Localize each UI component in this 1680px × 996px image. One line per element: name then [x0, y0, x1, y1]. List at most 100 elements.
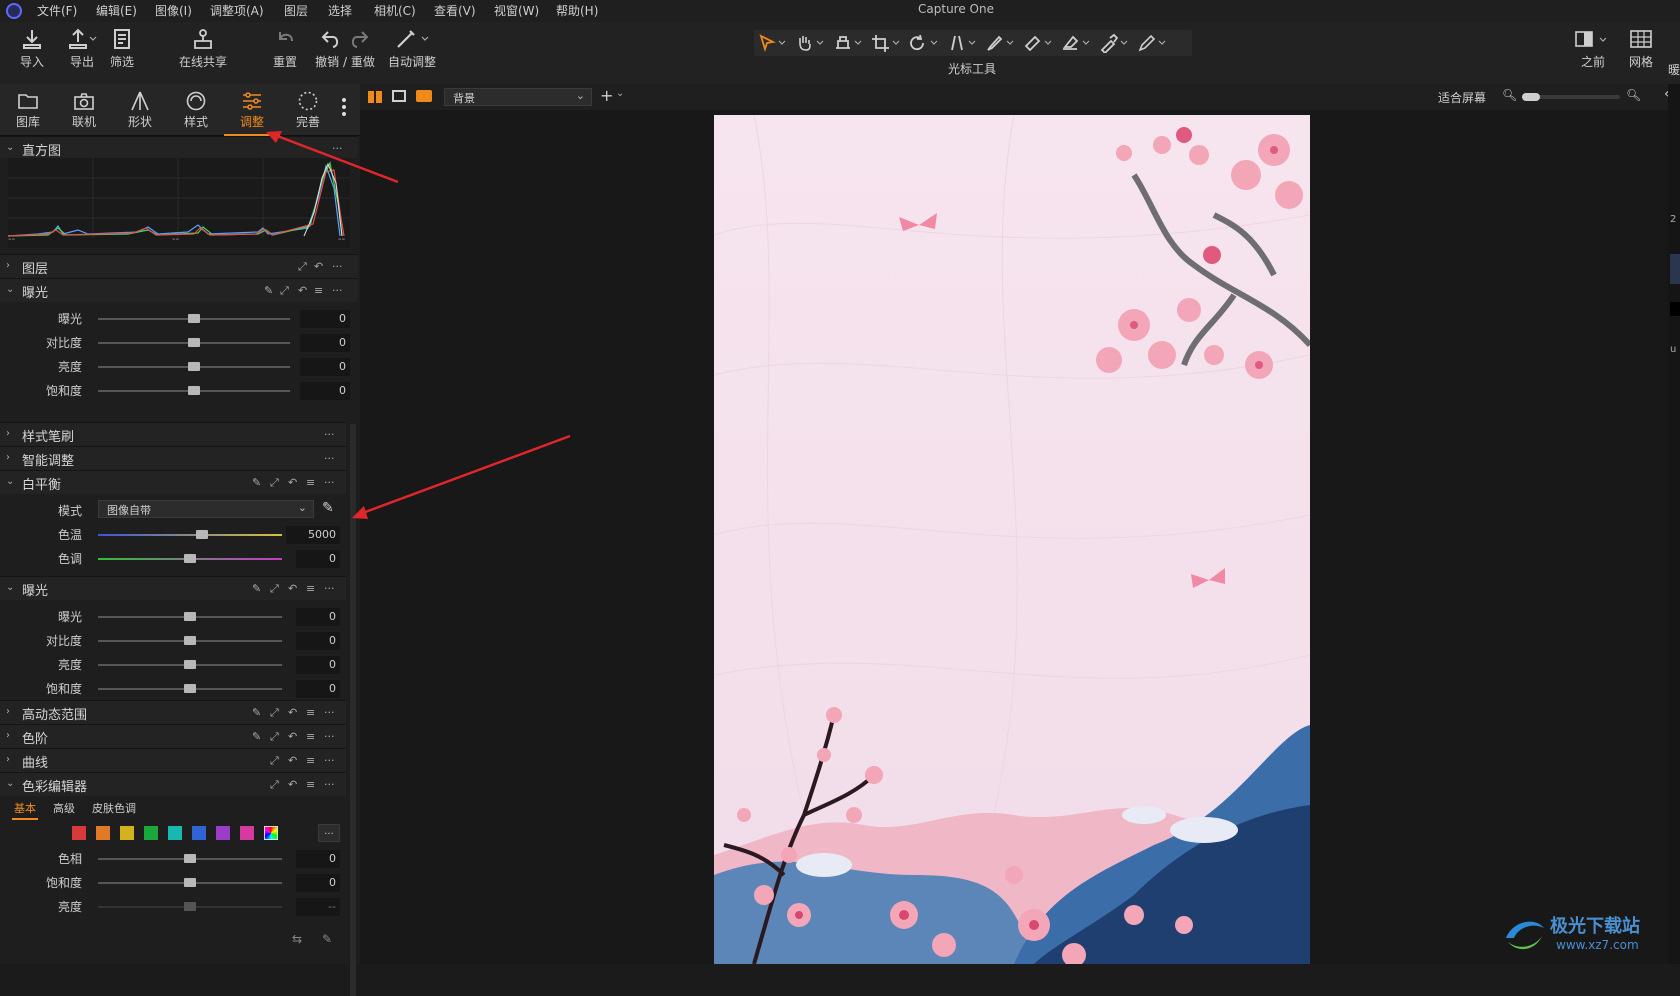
picker-icon[interactable]: ✎ — [252, 706, 261, 719]
lightness-track[interactable] — [98, 902, 282, 911]
reset-icon[interactable]: ↶ — [288, 582, 297, 595]
keystone-tool-button[interactable] — [946, 33, 982, 53]
picker-icon[interactable]: ✎ — [252, 730, 261, 743]
picker-icon[interactable]: ✎ — [252, 582, 261, 595]
fit-screen-label[interactable]: 适合屏幕 — [1438, 89, 1486, 106]
slider-knob[interactable] — [184, 660, 196, 669]
style-brush-header[interactable]: › 样式笔刷 ··· — [0, 422, 346, 446]
menu-adjustments[interactable]: 调整项(A) — [210, 2, 264, 19]
expand-icon[interactable]: ⤢ — [270, 754, 279, 768]
menu-layers[interactable]: 图层 — [284, 2, 308, 19]
menu-select[interactable]: 选择 — [328, 2, 352, 19]
eyedropper-icon[interactable]: ✎ — [322, 500, 334, 516]
reset-icon[interactable]: ↶ — [298, 284, 307, 297]
variant-select[interactable]: 背景 ⌄ — [444, 88, 592, 106]
more-icon[interactable]: ··· — [324, 778, 335, 791]
wb-mode-select[interactable]: 图像自带 ⌄ — [98, 500, 314, 518]
photo[interactable] — [714, 115, 1310, 964]
chevron-down-icon[interactable]: ⌄ — [616, 88, 624, 99]
grid-button[interactable]: 网格 — [1624, 26, 1658, 82]
presets-icon[interactable]: ≡ — [306, 778, 315, 791]
tab-library[interactable]: 图库 — [0, 84, 56, 136]
exposure-header[interactable]: ⌄ 曝光 ✎ ⤢ ↶ ≡ ··· — [0, 278, 358, 302]
more-colors-button[interactable]: ... — [318, 824, 340, 842]
tab-adjust[interactable]: 调整 — [224, 84, 280, 136]
tab-shape[interactable]: 形状 — [112, 84, 168, 136]
lightness-value[interactable]: -- — [296, 898, 340, 916]
exposure2-header[interactable]: ⌄ 曝光 ✎ ⤢ ↶ ≡ ··· — [0, 576, 346, 600]
slider-value[interactable]: 0 — [300, 382, 350, 400]
color-swatch-blue[interactable] — [192, 826, 206, 840]
menu-file[interactable]: 文件(F) — [37, 2, 77, 19]
histogram-header[interactable]: ⌄ 直方图 ··· — [0, 136, 358, 159]
menu-help[interactable]: 帮助(H) — [556, 2, 598, 19]
wb-tint-value[interactable]: 0 — [296, 550, 340, 568]
more-icon[interactable]: ··· — [324, 754, 335, 767]
hue-value[interactable]: 0 — [296, 850, 340, 868]
wb-temp-track[interactable] — [98, 530, 282, 539]
filter-button[interactable]: 筛选 — [108, 26, 136, 82]
mask-tool-button[interactable] — [984, 33, 1020, 53]
tab-style[interactable]: 样式 — [168, 84, 224, 136]
white-balance-header[interactable]: ⌄ 白平衡 ✎ ⤢ ↶ ≡ ··· — [0, 470, 346, 494]
presets-icon[interactable]: ≡ — [314, 284, 323, 297]
tab-skin-tone[interactable]: 皮肤色调 — [92, 800, 136, 816]
presets-icon[interactable]: ≡ — [306, 476, 315, 489]
select-tool-button[interactable] — [756, 33, 792, 53]
reset-button[interactable]: 重置 — [270, 26, 300, 82]
zoom-knob[interactable] — [1522, 93, 1540, 101]
more-icon[interactable]: ··· — [332, 260, 343, 273]
slider-knob[interactable] — [184, 684, 196, 693]
presets-icon[interactable]: ≡ — [306, 582, 315, 595]
tab-tethered[interactable]: 联机 — [56, 84, 112, 136]
more-icon[interactable]: ··· — [324, 730, 335, 743]
auto-adjust-button[interactable]: 自动调整 — [386, 26, 438, 82]
share-button[interactable]: 在线共享 — [176, 26, 230, 82]
slider-track[interactable] — [98, 660, 282, 669]
panel-scrollbar[interactable] — [350, 424, 356, 996]
eyedropper-icon[interactable]: ✎ — [322, 932, 332, 946]
presets-icon[interactable]: ≡ — [306, 754, 315, 767]
swap-icon[interactable]: ⇆ — [292, 932, 302, 946]
single-view-icon[interactable] — [392, 90, 406, 102]
expand-icon[interactable]: ⤢ — [280, 284, 289, 298]
hdr-header[interactable]: › 高动态范围 ✎ ⤢ ↶ ≡ ··· — [0, 700, 346, 724]
slider-track[interactable] — [98, 684, 282, 693]
wb-tint-knob[interactable] — [184, 554, 196, 563]
eraser-tool-button[interactable] — [1060, 33, 1096, 53]
color-editor-header[interactable]: ⌄ 色彩编辑器 ⤢ ↶ ≡ ··· — [0, 772, 346, 796]
saturation-track[interactable] — [98, 878, 282, 887]
curves-header[interactable]: › 曲线 ⤢ ↶ ≡ ··· — [0, 748, 346, 772]
slider-track[interactable] — [98, 386, 290, 395]
color-swatch-all[interactable] — [264, 826, 278, 840]
slider-knob[interactable] — [188, 338, 200, 347]
add-icon[interactable]: + — [600, 86, 613, 105]
lightness-knob[interactable] — [184, 902, 196, 911]
menu-view[interactable]: 查看(V) — [434, 2, 476, 19]
rotate-tool-button[interactable] — [908, 33, 944, 53]
expand-icon[interactable]: ⤢ — [270, 582, 279, 596]
reset-icon[interactable]: ↶ — [288, 754, 297, 767]
picker-icon[interactable]: ✎ — [252, 476, 261, 489]
zoom-slider[interactable] — [1522, 93, 1620, 101]
slider-knob[interactable] — [184, 612, 196, 621]
slider-track[interactable] — [98, 612, 282, 621]
eye-icon[interactable] — [416, 90, 432, 102]
slider-value[interactable]: 0 — [296, 656, 340, 674]
saturation-knob[interactable] — [184, 878, 196, 887]
slider-value[interactable]: 0 — [296, 632, 340, 650]
color-swatch-magenta[interactable] — [240, 826, 254, 840]
more-icon[interactable]: ··· — [324, 452, 335, 465]
hue-track[interactable] — [98, 854, 282, 863]
expand-icon[interactable]: ⤢ — [270, 706, 279, 720]
layers-header[interactable]: › 图层 ⤢ ↶ ··· — [0, 254, 358, 278]
more-icon[interactable]: ··· — [332, 142, 343, 155]
expand-icon[interactable]: ⤢ — [270, 730, 279, 744]
expand-icon[interactable]: ⤢ — [270, 476, 279, 490]
tab-advanced[interactable]: 高级 — [53, 800, 75, 816]
zoom-in-icon[interactable]: 🔍︎ — [1626, 88, 1641, 102]
more-tabs-icon[interactable] — [342, 98, 346, 120]
color-swatch-orange[interactable] — [96, 826, 110, 840]
before-button[interactable]: 之前 — [1570, 26, 1616, 82]
more-icon[interactable]: ··· — [324, 706, 335, 719]
